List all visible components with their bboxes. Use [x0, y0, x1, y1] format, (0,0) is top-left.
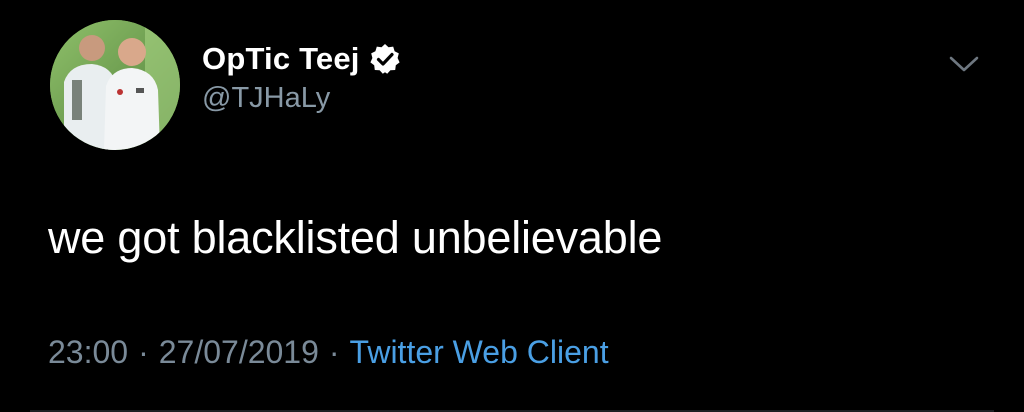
- tweet-date[interactable]: 27/07/2019: [159, 334, 319, 370]
- author-handle[interactable]: @TJHaLy: [202, 82, 330, 115]
- tweet-card: OpTic Teej @TJHaLy we got blacklisted un…: [0, 0, 1024, 412]
- separator: ·: [328, 334, 340, 370]
- verified-badge-icon: [368, 42, 402, 76]
- separator: ·: [138, 334, 149, 370]
- display-name[interactable]: OpTic Teej: [202, 41, 360, 77]
- avatar[interactable]: [50, 20, 180, 150]
- profile-photo-icon: [50, 20, 180, 150]
- chevron-down-icon[interactable]: [946, 50, 982, 78]
- client-link[interactable]: Twitter Web Client: [350, 334, 609, 370]
- author-name-row: OpTic Teej: [202, 38, 402, 80]
- tweet-time[interactable]: 23:00: [48, 334, 128, 370]
- tweet-metadata: 23:00 · 27/07/2019 · Twitter Web Client: [48, 334, 609, 371]
- tweet-text: we got blacklisted unbelievable: [48, 212, 663, 263]
